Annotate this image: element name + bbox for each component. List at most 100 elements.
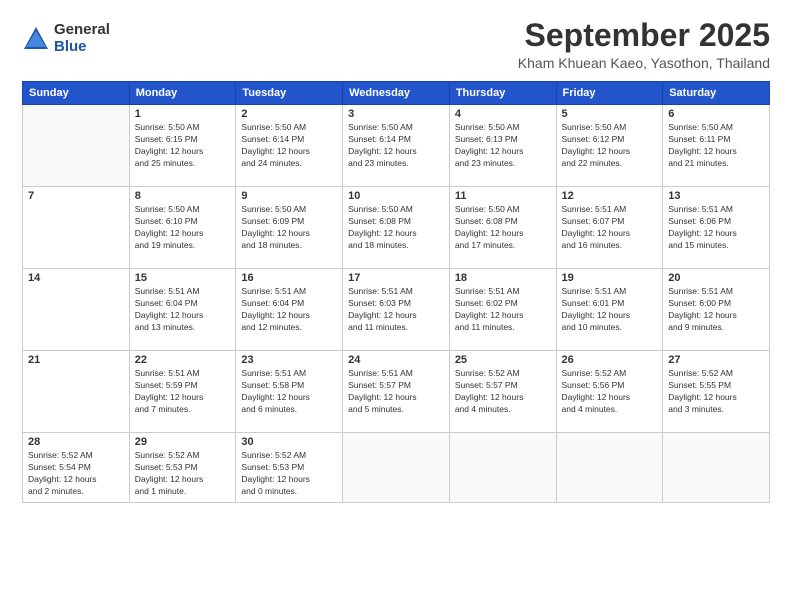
calendar-row: 28 Sunrise: 5:52 AMSunset: 5:54 PMDayligh… [23,433,770,503]
table-row: 1 Sunrise: 5:50 AMSunset: 6:15 PMDaylight… [129,105,236,187]
table-row: 20 Sunrise: 5:51 AMSunset: 6:00 PMDayligh… [663,269,770,351]
table-row: 15 Sunrise: 5:51 AMSunset: 6:04 PMDayligh… [129,269,236,351]
day-detail: Sunrise: 5:51 AMSunset: 6:01 PMDaylight:… [562,286,658,334]
day-number: 5 [562,108,658,120]
table-row: 5 Sunrise: 5:50 AMSunset: 6:12 PMDaylight… [556,105,663,187]
day-detail: Sunrise: 5:50 AMSunset: 6:15 PMDaylight:… [135,122,231,170]
day-detail: Sunrise: 5:52 AMSunset: 5:53 PMDaylight:… [241,450,337,498]
day-number: 28 [28,436,124,448]
table-row: 14 [23,269,130,351]
table-row [663,433,770,503]
table-row: 13 Sunrise: 5:51 AMSunset: 6:06 PMDayligh… [663,187,770,269]
table-row: 11 Sunrise: 5:50 AMSunset: 6:08 PMDayligh… [449,187,556,269]
day-detail: Sunrise: 5:50 AMSunset: 6:10 PMDaylight:… [135,204,231,252]
day-number: 13 [668,190,764,202]
day-detail: Sunrise: 5:51 AMSunset: 5:57 PMDaylight:… [348,368,444,416]
table-row [556,433,663,503]
day-number: 23 [241,354,337,366]
col-friday: Friday [556,82,663,105]
day-detail: Sunrise: 5:51 AMSunset: 6:07 PMDaylight:… [562,204,658,252]
table-row: 26 Sunrise: 5:52 AMSunset: 5:56 PMDayligh… [556,351,663,433]
table-row: 19 Sunrise: 5:51 AMSunset: 6:01 PMDayligh… [556,269,663,351]
day-number: 9 [241,190,337,202]
table-row: 28 Sunrise: 5:52 AMSunset: 5:54 PMDayligh… [23,433,130,503]
day-number: 29 [135,436,231,448]
logo-icon [22,25,50,53]
day-number: 6 [668,108,764,120]
day-number: 30 [241,436,337,448]
table-row [343,433,450,503]
day-number: 27 [668,354,764,366]
logo-text: General Blue [54,22,110,55]
table-row: 17Sunrise: 5:51 AMSunset: 6:03 PMDayligh… [343,269,450,351]
day-number: 22 [135,354,231,366]
calendar-row: 1 Sunrise: 5:50 AMSunset: 6:15 PMDaylight… [23,105,770,187]
day-number: 26 [562,354,658,366]
day-detail: Sunrise: 5:51 AMSunset: 6:00 PMDaylight:… [668,286,764,334]
day-detail: Sunrise: 5:50 AMSunset: 6:11 PMDaylight:… [668,122,764,170]
calendar-row: 21 22 Sunrise: 5:51 AMSunset: 5:59 PMDayli… [23,351,770,433]
day-number: 25 [455,354,551,366]
day-number: 8 [135,190,231,202]
col-wednesday: Wednesday [343,82,450,105]
day-number: 1 [135,108,231,120]
day-detail: Sunrise: 5:50 AMSunset: 6:09 PMDaylight:… [241,204,337,252]
table-row: 30 Sunrise: 5:52 AMSunset: 5:53 PMDayligh… [236,433,343,503]
day-number: 11 [455,190,551,202]
table-row: 7 [23,187,130,269]
day-number: 21 [28,354,124,366]
table-row: 27 Sunrise: 5:52 AMSunset: 5:55 PMDayligh… [663,351,770,433]
col-monday: Monday [129,82,236,105]
table-row: 16 Sunrise: 5:51 AMSunset: 6:04 PMDayligh… [236,269,343,351]
table-row [449,433,556,503]
day-detail: Sunrise: 5:52 AMSunset: 5:55 PMDaylight:… [668,368,764,416]
day-detail: Sunrise: 5:50 AMSunset: 6:14 PMDaylight:… [348,122,444,170]
day-detail: Sunrise: 5:51 AMSunset: 6:02 PMDaylight:… [455,286,551,334]
day-detail: Sunrise: 5:50 AMSunset: 6:12 PMDaylight:… [562,122,658,170]
day-detail: Sunrise: 5:52 AMSunset: 5:56 PMDaylight:… [562,368,658,416]
table-row: 18Sunrise: 5:51 AMSunset: 6:02 PMDayligh… [449,269,556,351]
day-number: 4 [455,108,551,120]
table-row: 6 Sunrise: 5:50 AMSunset: 6:11 PMDaylight… [663,105,770,187]
logo: General Blue [22,22,110,55]
day-detail: Sunrise: 5:52 AMSunset: 5:53 PMDaylight:… [135,450,231,498]
day-number: 10 [348,190,444,202]
location: Kham Khuean Kaeo, Yasothon, Thailand [518,55,770,71]
day-number: 24 [348,354,444,366]
day-detail: Sunrise: 5:51 AMSunset: 5:59 PMDaylight:… [135,368,231,416]
day-detail: Sunrise: 5:50 AMSunset: 6:08 PMDaylight:… [348,204,444,252]
day-detail: Sunrise: 5:52 AMSunset: 5:54 PMDaylight:… [28,450,124,498]
day-number: 7 [28,190,124,202]
table-row: 24 Sunrise: 5:51 AMSunset: 5:57 PMDayligh… [343,351,450,433]
table-row: 9 Sunrise: 5:50 AMSunset: 6:09 PMDaylight… [236,187,343,269]
day-number: 19 [562,272,658,284]
day-detail: Sunrise: 5:51 AMSunset: 6:04 PMDaylight:… [135,286,231,334]
table-row: 22 Sunrise: 5:51 AMSunset: 5:59 PMDayligh… [129,351,236,433]
day-detail: Sunrise: 5:51 AMSunset: 5:58 PMDaylight:… [241,368,337,416]
day-detail: Sunrise: 5:50 AMSunset: 6:08 PMDaylight:… [455,204,551,252]
day-number: 15 [135,272,231,284]
day-number: 20 [668,272,764,284]
day-detail: Sunrise: 5:51 AMSunset: 6:03 PMDaylight:… [348,286,444,334]
day-detail: Sunrise: 5:51 AMSunset: 6:06 PMDaylight:… [668,204,764,252]
table-row: 12 Sunrise: 5:51 AMSunset: 6:07 PMDayligh… [556,187,663,269]
col-thursday: Thursday [449,82,556,105]
col-saturday: Saturday [663,82,770,105]
day-detail: Sunrise: 5:50 AMSunset: 6:14 PMDaylight:… [241,122,337,170]
table-row: 8 Sunrise: 5:50 AMSunset: 6:10 PMDaylight… [129,187,236,269]
title-block: September 2025 Kham Khuean Kaeo, Yasotho… [518,18,770,71]
day-detail: Sunrise: 5:51 AMSunset: 6:04 PMDaylight:… [241,286,337,334]
header-row: Sunday Monday Tuesday Wednesday Thursday… [23,82,770,105]
day-number: 14 [28,272,124,284]
day-number: 16 [241,272,337,284]
table-row: 4Sunrise: 5:50 AMSunset: 6:13 PMDaylight… [449,105,556,187]
calendar-row: 14 15 Sunrise: 5:51 AMSunset: 6:04 PMDayli… [23,269,770,351]
day-number: 12 [562,190,658,202]
logo-blue: Blue [54,39,110,56]
day-number: 2 [241,108,337,120]
page: General Blue September 2025 Kham Khuean … [0,0,792,612]
logo-general: General [54,22,110,39]
table-row: 21 [23,351,130,433]
day-number: 3 [348,108,444,120]
table-row: 25Sunrise: 5:52 AMSunset: 5:57 PMDayligh… [449,351,556,433]
